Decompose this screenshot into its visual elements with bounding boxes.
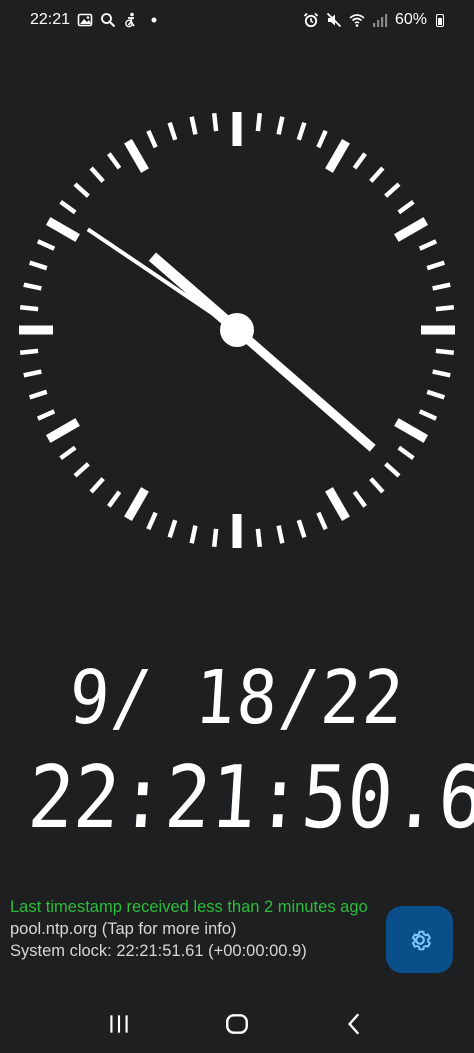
clock-minute-mark	[167, 519, 178, 539]
clock-hour-mark	[394, 217, 429, 242]
clock-minute-mark	[189, 116, 198, 135]
ntp-info[interactable]: Last timestamp received less than 2 minu…	[10, 896, 370, 962]
search-icon	[100, 12, 116, 28]
clock-hour-mark	[325, 138, 350, 173]
clock-minute-mark	[418, 409, 438, 421]
clock-hour-mark	[45, 418, 80, 443]
clock-minute-mark	[73, 462, 90, 478]
back-button[interactable]	[335, 1004, 375, 1044]
clock-hour-mark	[45, 217, 80, 242]
clock-minute-mark	[36, 409, 56, 421]
clock-hour-mark	[325, 487, 350, 522]
analog-clock	[19, 112, 455, 548]
clock-minute-mark	[89, 166, 105, 183]
timestamp-status: Last timestamp received less than 2 minu…	[10, 898, 368, 916]
back-icon	[347, 1013, 360, 1035]
clock-minute-mark	[19, 304, 39, 312]
status-right: 60%	[303, 11, 444, 29]
clock-minute-mark	[19, 348, 39, 356]
clock-minute-mark	[276, 116, 285, 135]
clock-minute-mark	[59, 200, 77, 215]
clock-minute-mark	[384, 462, 401, 478]
clock-minute-mark	[189, 525, 198, 544]
clock-hour-mark	[394, 418, 429, 443]
gear-icon	[411, 930, 431, 950]
clock-minute-mark	[23, 369, 42, 378]
clock-minute-mark	[255, 528, 263, 548]
clock-minute-mark	[23, 282, 42, 291]
clock-minute-mark	[397, 445, 415, 460]
clock-minute-mark	[352, 490, 367, 508]
clock-minute-mark	[426, 260, 446, 271]
clock-minute-mark	[418, 239, 438, 251]
clock-minute-mark	[369, 477, 385, 494]
clock-minute-mark	[432, 369, 451, 378]
time-display: 22:21:50.67	[25, 748, 474, 848]
second-hand	[86, 227, 239, 332]
mute-icon	[326, 12, 342, 28]
clock-minute-mark	[36, 239, 56, 251]
settings-button[interactable]	[386, 906, 453, 973]
clock-minute-mark	[426, 389, 446, 400]
clock-minute-mark	[384, 182, 401, 198]
clock-minute-mark	[316, 129, 328, 149]
wifi-icon	[349, 12, 365, 28]
clock-minute-mark	[352, 152, 367, 170]
clock-hour-mark	[124, 138, 149, 173]
minute-hand	[234, 326, 376, 452]
clock-minute-mark	[276, 525, 285, 544]
clock-minute-mark	[296, 121, 307, 141]
status-time: 22:21	[30, 11, 71, 28]
clock-minute-mark	[316, 511, 328, 531]
clock-minute-mark	[167, 121, 178, 141]
alarm-icon	[303, 12, 319, 28]
recents-button[interactable]	[99, 1004, 139, 1044]
battery-percent: 60%	[394, 11, 427, 28]
clock-minute-mark	[89, 477, 105, 494]
clock-minute-mark	[59, 445, 77, 460]
clock-minute-mark	[28, 389, 48, 400]
gallery-icon	[77, 12, 93, 28]
clock-minute-mark	[369, 166, 385, 183]
navigation-bar	[0, 995, 474, 1053]
system-clock: System clock: 22:21:51.61 (+00:00:00.9)	[10, 942, 307, 960]
clock-minute-mark	[435, 304, 455, 312]
clock-minute-mark	[107, 490, 122, 508]
clock-minute-mark	[146, 129, 158, 149]
clock-minute-mark	[28, 260, 48, 271]
accessibility-icon	[123, 12, 139, 28]
clock-minute-mark	[73, 182, 90, 198]
recents-icon	[110, 1015, 128, 1033]
clock-minute-mark	[255, 112, 263, 132]
ntp-server[interactable]: pool.ntp.org (Tap for more info)	[10, 918, 370, 940]
clock-minute-mark	[107, 152, 122, 170]
status-bar: 22:21 60%	[0, 0, 474, 40]
clock-minute-mark	[296, 519, 307, 539]
clock-minute-mark	[432, 282, 451, 291]
date-display: 9/ 18/22	[66, 655, 408, 741]
status-left: 22:21	[30, 11, 162, 29]
clock-center	[220, 313, 254, 347]
dot-icon	[146, 12, 162, 28]
clock-minute-mark	[397, 200, 415, 215]
clock-minute-mark	[146, 511, 158, 531]
battery-icon	[436, 13, 444, 27]
clock-minute-mark	[435, 348, 455, 356]
home-icon	[226, 1014, 248, 1034]
clock-minute-mark	[211, 528, 219, 548]
signal-icon	[372, 12, 388, 28]
clock-minute-mark	[211, 112, 219, 132]
home-button[interactable]	[217, 1004, 257, 1044]
clock-hour-mark	[124, 487, 149, 522]
